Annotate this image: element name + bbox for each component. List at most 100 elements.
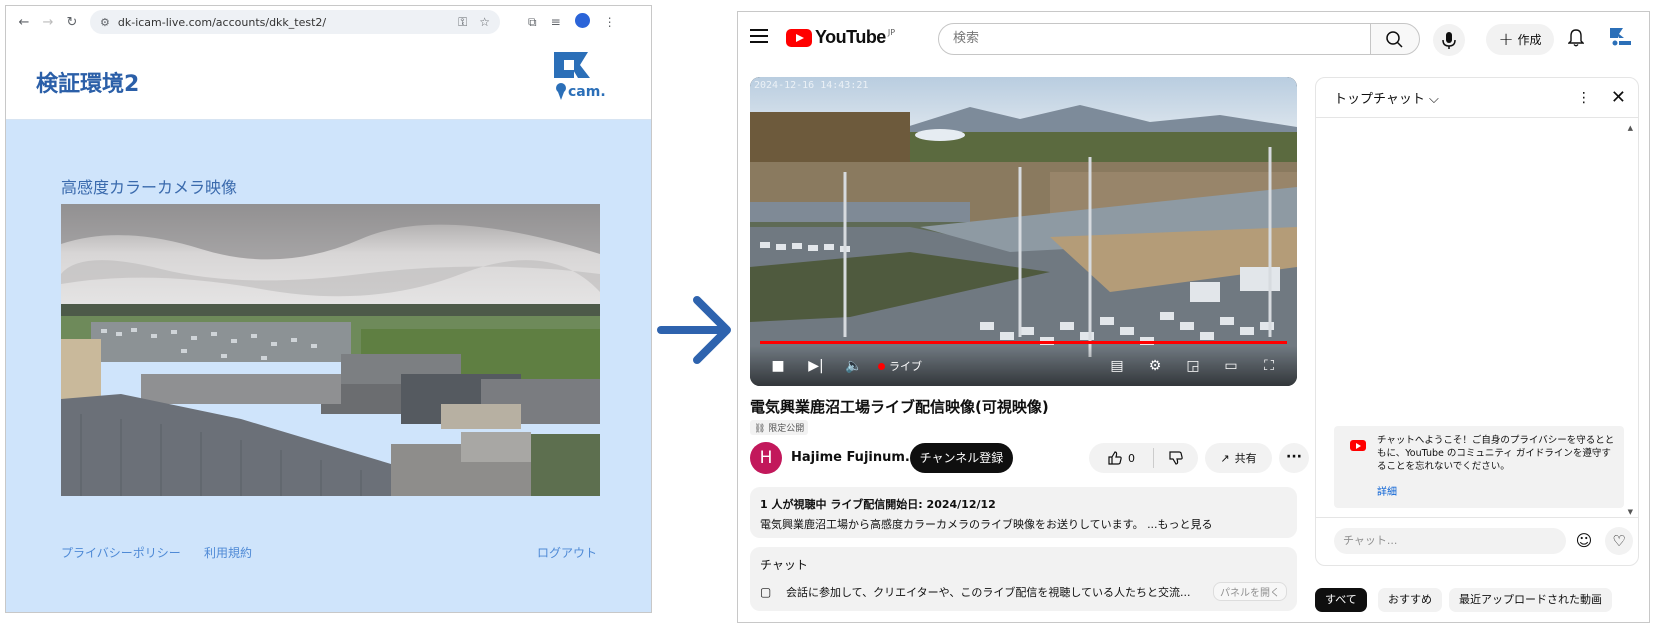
progress-bar[interactable] [760, 341, 1287, 344]
share-button[interactable]: ↗ 共有 [1205, 443, 1272, 473]
miniplayer-icon[interactable]: ◲ [1179, 352, 1207, 380]
chevron-down-icon: ⌵ [1429, 92, 1439, 107]
reload-icon[interactable]: ↻ [60, 15, 84, 30]
description-text: 電気興業鹿沼工場から高感度カラーカメラのライブ映像をお送りしています。 ...も… [760, 518, 1213, 531]
thumbs-down-icon [1169, 451, 1183, 465]
chip-all[interactable]: すべて [1315, 588, 1367, 612]
open-panel-button[interactable]: パネルを開く [1213, 582, 1287, 601]
dislike-button[interactable] [1154, 443, 1198, 473]
youtube-masthead: YouTube JP 検索 + 作成 [738, 12, 1649, 64]
share-icon: ↗ [1220, 451, 1230, 465]
description-box[interactable]: 1 人が視聴中 ライブ配信開始日: 2024/12/12 電気興業鹿沼工場から高… [750, 487, 1297, 538]
menu-icon[interactable] [750, 29, 768, 43]
chip-recent-uploads[interactable]: 最近アップロードされた動画 [1449, 588, 1612, 612]
live-indicator[interactable]: ライブ [878, 358, 922, 374]
live-dot-icon [878, 362, 885, 370]
visibility-label: 限定公開 [768, 424, 805, 434]
like-dislike-group: 0 [1089, 443, 1198, 473]
address-url[interactable]: dk-icam-live.com/accounts/dkk_test2/ [118, 16, 446, 29]
channel-avatar[interactable]: H [750, 442, 782, 474]
search-input[interactable]: 検索 [938, 23, 1371, 55]
like-count: 0 [1128, 451, 1135, 465]
next-icon[interactable]: ▶| [802, 352, 830, 380]
site-title: 検証環境2 [36, 72, 140, 97]
chat-input-row: チャット... ☺ ♡ [1316, 517, 1638, 565]
youtube-mini-icon [1350, 440, 1366, 451]
star-icon[interactable]: ☆ [479, 15, 490, 29]
chat-more-icon[interactable]: ⋮ [1577, 90, 1591, 106]
camera-section-title: 高感度カラーカメラ映像 [61, 178, 238, 197]
mic-icon [1442, 32, 1456, 49]
camera-timestamp: 2024-12-16 14:43:21 [754, 80, 869, 91]
thumbs-up-icon [1108, 451, 1122, 465]
chat-icon: ▢ [760, 584, 772, 599]
share-label: 共有 [1234, 452, 1257, 465]
chat-input[interactable]: チャット... [1334, 528, 1566, 554]
details-link[interactable]: 詳細 [1377, 483, 1397, 498]
subscribe-button[interactable]: チャンネル登録 [910, 443, 1013, 473]
video-title: 電気興業鹿沼工場ライブ配信映像(可視映像) [750, 398, 1049, 416]
account-avatar[interactable] [1608, 26, 1634, 50]
chat-title: トップチャット [1334, 92, 1425, 107]
back-icon[interactable]: ← [12, 15, 36, 30]
chat-panel: トップチャット ⌵ ⋮ ✕ ▲ ▼ チャットへようこそ！ご自身のプライバシーを守… [1315, 77, 1639, 566]
chat-prompt-box: チャット ▢ 会話に参加して、クリエイターや、このライブ配信を視聴している人たち… [750, 547, 1297, 611]
create-button[interactable]: + 作成 [1486, 24, 1554, 55]
terms-link[interactable]: 利用規約 [204, 544, 252, 561]
arrow-right-icon [657, 296, 731, 364]
chat-box-text: 会話に参加して、クリエイターや、このライブ配信を視聴している人たちと交流... [786, 585, 1191, 599]
chrome-menu-icon[interactable]: ⋮ [604, 15, 616, 29]
player-controls: ■ ▶| 🔈 ライブ ▤ ⚙ ◲ ▭ ⛶ [750, 346, 1297, 386]
scroll-down-icon[interactable]: ▼ [1628, 508, 1633, 516]
youtube-logo[interactable]: YouTube JP [786, 27, 895, 48]
stop-icon[interactable]: ■ [764, 352, 792, 380]
theater-icon[interactable]: ▭ [1217, 352, 1245, 380]
media-icon[interactable]: ≡ [551, 15, 561, 29]
heart-icon[interactable]: ♡ [1605, 527, 1633, 555]
chip-recommended[interactable]: おすすめ [1378, 588, 1442, 612]
chat-mode-dropdown[interactable]: トップチャット ⌵ [1334, 88, 1439, 107]
settings-icon[interactable]: ⚙ [1141, 352, 1169, 380]
site-settings-icon[interactable]: ⚙ [100, 16, 110, 29]
extensions-icon[interactable]: ⧉ [528, 15, 537, 30]
video-player[interactable]: 2024-12-16 14:43:21 ■ ▶| 🔈 ライブ ▤ ⚙ ◲ ▭ ⛶ [750, 77, 1297, 386]
channel-name[interactable]: Hajime Fujinum... [791, 450, 920, 465]
like-button[interactable]: 0 [1089, 443, 1153, 473]
camera-image [61, 204, 600, 496]
live-label: ライブ [889, 360, 922, 373]
close-icon[interactable]: ✕ [1611, 87, 1626, 108]
volume-icon[interactable]: 🔈 [840, 352, 868, 380]
plus-icon: + [1498, 29, 1514, 50]
address-bar[interactable]: ⚙ dk-icam-live.com/accounts/dkk_test2/ ⚿… [90, 10, 500, 34]
dk-icam-logo: cam. [554, 52, 606, 100]
youtube-window: YouTube JP 検索 + 作成 2024-12-16 14:43:21 ■… [737, 11, 1650, 623]
voice-search-button[interactable] [1433, 24, 1465, 56]
description-meta: 1 人が視聴中 ライブ配信開始日: 2024/12/12 [760, 498, 996, 511]
chat-box-title: チャット [760, 558, 808, 572]
emoji-icon[interactable]: ☺ [1572, 529, 1596, 553]
youtube-play-icon [786, 28, 812, 47]
chat-welcome-message: チャットへようこそ！ご自身のプライバシーを守るとともに、YouTube のコミュ… [1334, 426, 1624, 508]
chat-header: トップチャット ⌵ ⋮ ✕ [1316, 78, 1638, 118]
privacy-policy-link[interactable]: プライバシーポリシー [61, 544, 181, 561]
youtube-region: JP [887, 28, 896, 37]
svg-text:cam.: cam. [568, 84, 606, 100]
search-icon [1386, 31, 1403, 48]
browser-window: ← → ↻ ⚙ dk-icam-live.com/accounts/dkk_te… [5, 5, 652, 613]
welcome-text: チャットへようこそ！ご自身のプライバシーを守るとともに、YouTube のコミュ… [1377, 435, 1615, 472]
visibility-badge: ⛓ 限定公開 [750, 420, 809, 435]
profile-icon[interactable] [574, 13, 590, 31]
fullscreen-icon[interactable]: ⛶ [1255, 352, 1283, 380]
subtitles-icon[interactable]: ▤ [1103, 352, 1131, 380]
password-key-icon[interactable]: ⚿ [458, 15, 467, 30]
create-label: 作成 [1517, 33, 1542, 47]
youtube-wordmark: YouTube [815, 27, 886, 47]
forward-icon[interactable]: → [36, 15, 60, 30]
scroll-up-icon[interactable]: ▲ [1628, 124, 1633, 132]
more-icon[interactable]: ··· [1279, 443, 1309, 473]
site-header: 検証環境2 cam. [6, 38, 651, 120]
logout-link[interactable]: ログアウト [537, 544, 597, 561]
bell-icon[interactable] [1568, 29, 1584, 47]
video-frame [750, 77, 1297, 386]
search-button[interactable] [1370, 23, 1420, 55]
